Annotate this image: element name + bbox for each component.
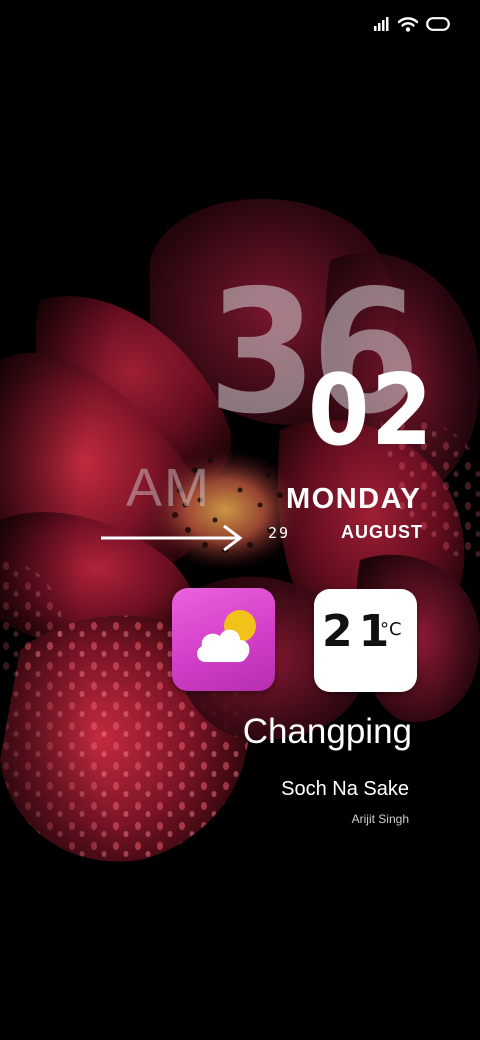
song-title[interactable]: Soch Na Sake xyxy=(281,778,409,801)
signal-bars-icon xyxy=(374,17,389,31)
weekday-label: MONDAY xyxy=(286,483,422,515)
status-bar xyxy=(374,16,450,32)
weather-widget[interactable] xyxy=(172,588,275,691)
partly-cloudy-icon xyxy=(197,610,256,662)
city-name: Changping xyxy=(242,712,412,751)
flower-wallpaper xyxy=(0,0,480,1040)
arrow-right-icon xyxy=(101,524,243,552)
song-artist: Arijit Singh xyxy=(351,812,409,826)
battery-icon xyxy=(426,17,450,31)
temperature-unit: °C xyxy=(380,619,402,640)
month-label: AUGUST xyxy=(341,522,423,542)
temperature-widget[interactable]: 21 °C xyxy=(314,589,417,692)
clock-minutes: 02 xyxy=(308,354,435,468)
clock-period: AM xyxy=(126,458,211,518)
wifi-icon xyxy=(398,17,418,32)
day-number: 29 xyxy=(268,524,291,542)
